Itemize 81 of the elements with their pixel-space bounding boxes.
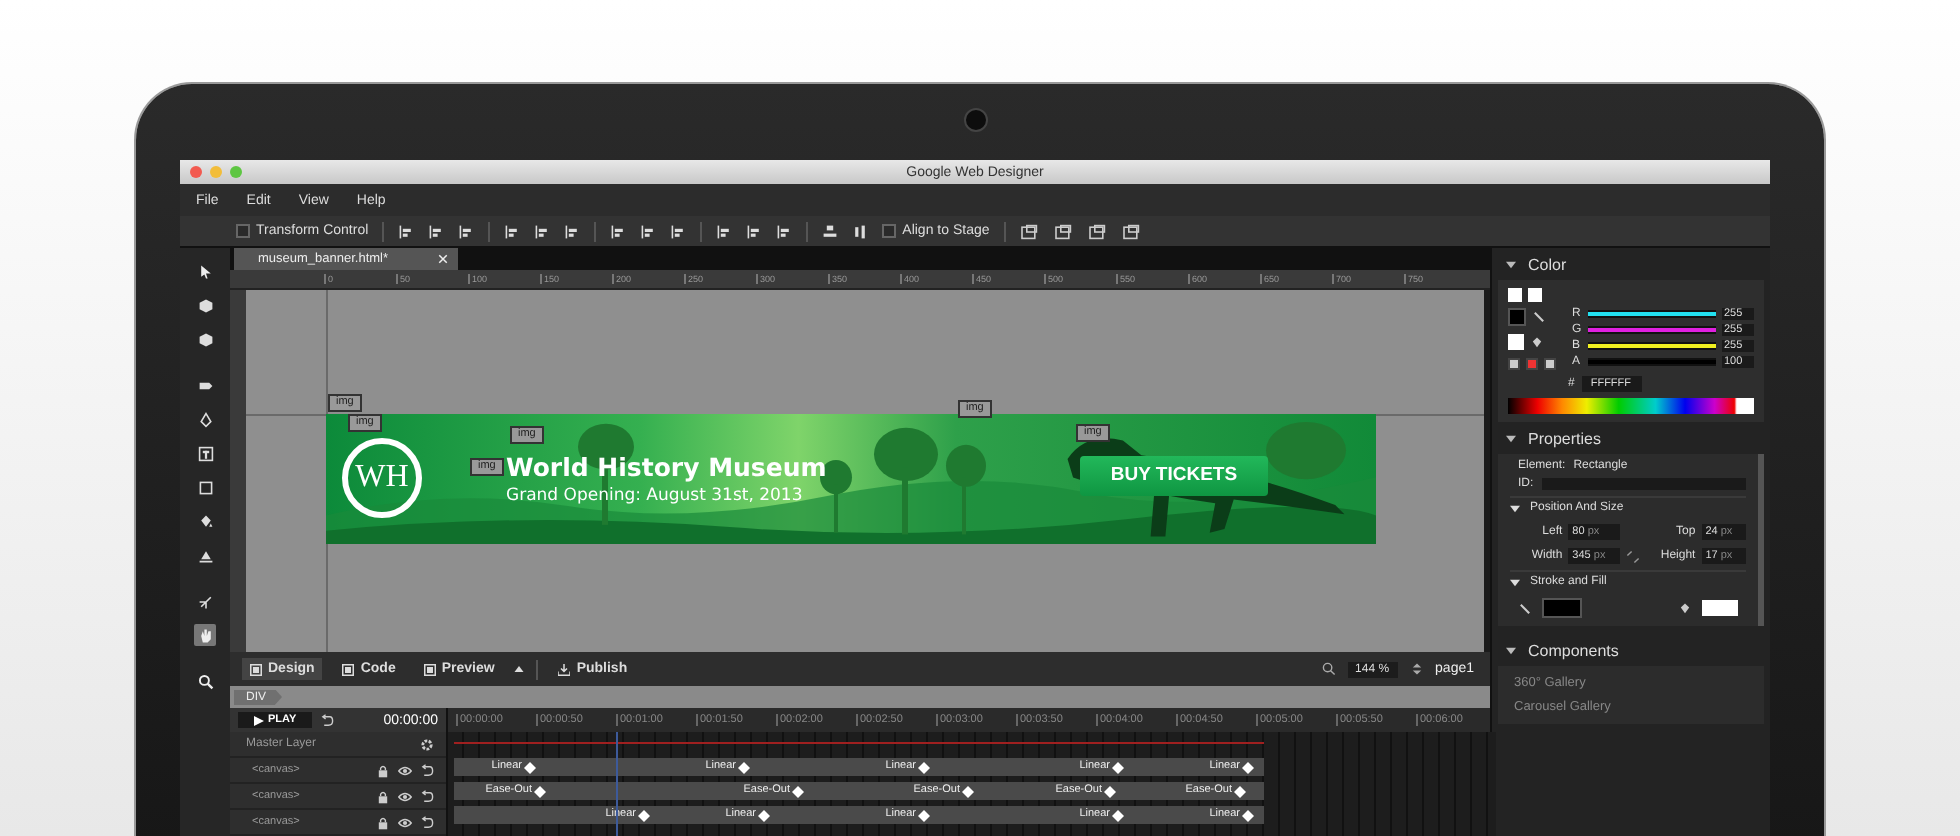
color-swatch[interactable]: [1508, 288, 1522, 302]
caret-icon[interactable]: [514, 666, 525, 672]
close-icon[interactable]: [438, 254, 448, 264]
expand-icon[interactable]: [1506, 645, 1516, 655]
eye-icon[interactable]: [398, 789, 412, 803]
layout-icon[interactable]: [1053, 223, 1074, 239]
expand-icon[interactable]: [1510, 503, 1520, 513]
panel-header[interactable]: Properties: [1498, 422, 1764, 454]
stroke-swatch[interactable]: [1542, 598, 1582, 618]
align-icon[interactable]: [564, 223, 581, 239]
camera-icon: [964, 108, 988, 132]
align-icon[interactable]: [610, 223, 627, 239]
panel-header[interactable]: Color: [1498, 248, 1764, 280]
paint-bucket-icon: [1530, 335, 1544, 349]
align-icon[interactable]: [670, 223, 687, 239]
square-icon: [250, 663, 262, 675]
shape-tool-icon[interactable]: [194, 476, 216, 498]
undo-icon[interactable]: [420, 763, 434, 777]
checkbox[interactable]: [236, 224, 250, 238]
panel-header[interactable]: Components: [1498, 634, 1764, 666]
distribute-icon[interactable]: [822, 223, 839, 239]
search-icon: [1321, 662, 1336, 676]
align-icon[interactable]: [640, 223, 657, 239]
fill-swatch[interactable]: [1702, 600, 1738, 616]
keyframe-icon[interactable]: [758, 809, 770, 821]
stroke-swatch[interactable]: [1508, 308, 1526, 326]
link-icon[interactable]: [1625, 549, 1640, 563]
align-icon[interactable]: [716, 223, 733, 239]
default-colors-icon[interactable]: [1544, 358, 1556, 370]
logo-badge: WH: [342, 438, 422, 519]
align-icon[interactable]: [534, 223, 551, 239]
keyframe-icon[interactable]: [918, 809, 930, 821]
lock-icon[interactable]: [376, 789, 390, 803]
lock-icon[interactable]: [376, 815, 390, 829]
keyframe-icon[interactable]: [792, 785, 804, 797]
pen-icon: [1532, 310, 1546, 324]
expand-icon[interactable]: [1506, 259, 1516, 269]
fill-swatch[interactable]: [1508, 334, 1524, 350]
expand-icon[interactable]: [1510, 577, 1520, 587]
translate-tool-icon[interactable]: [194, 328, 216, 350]
no-color-icon[interactable]: [1526, 358, 1538, 370]
square-icon: [342, 663, 355, 675]
download-icon: [558, 663, 571, 675]
color-swatch[interactable]: [1528, 288, 1542, 302]
stepper-icon[interactable]: [1409, 662, 1424, 676]
distribute-icon[interactable]: [852, 223, 869, 239]
pen-tool-icon[interactable]: [194, 408, 216, 430]
banner-subtitle: Grand Opening: August 31st, 2013: [506, 485, 805, 506]
align-icon[interactable]: [458, 223, 475, 239]
eye-icon[interactable]: [398, 763, 412, 777]
banner-title: World History Museum: [506, 451, 827, 482]
undo-icon[interactable]: [320, 713, 335, 727]
rotate-tool-icon[interactable]: [194, 294, 216, 316]
layout-icon[interactable]: [1019, 223, 1040, 239]
keyframe-icon[interactable]: [918, 761, 930, 773]
eye-icon[interactable]: [398, 815, 412, 829]
zoom-tool-icon[interactable]: [194, 670, 216, 692]
pen-icon: [1518, 601, 1532, 615]
align-icon[interactable]: [776, 223, 793, 239]
settings-icon[interactable]: [420, 737, 434, 751]
align-icon[interactable]: [746, 223, 763, 239]
align-icon[interactable]: [504, 223, 521, 239]
expand-icon[interactable]: [1506, 433, 1516, 443]
color-spectrum[interactable]: [1508, 398, 1754, 414]
checkbox[interactable]: [882, 224, 897, 238]
play-icon: [254, 715, 264, 725]
undo-icon[interactable]: [420, 815, 434, 829]
paint-bucket-icon: [1678, 601, 1692, 615]
keyframe-icon[interactable]: [638, 809, 650, 821]
swap-icon[interactable]: [1508, 358, 1520, 370]
align-icon[interactable]: [428, 223, 445, 239]
keyframe-icon[interactable]: [738, 761, 750, 773]
align-icon[interactable]: [398, 223, 415, 239]
undo-icon[interactable]: [420, 789, 434, 803]
text-tool-icon[interactable]: [194, 442, 216, 464]
layout-icon[interactable]: [1121, 223, 1142, 239]
square-icon: [423, 663, 436, 675]
lock-icon[interactable]: [376, 763, 390, 777]
keyframe-icon[interactable]: [962, 785, 974, 797]
hand-tool-icon[interactable]: [194, 624, 216, 646]
layout-icon[interactable]: [1087, 223, 1108, 239]
